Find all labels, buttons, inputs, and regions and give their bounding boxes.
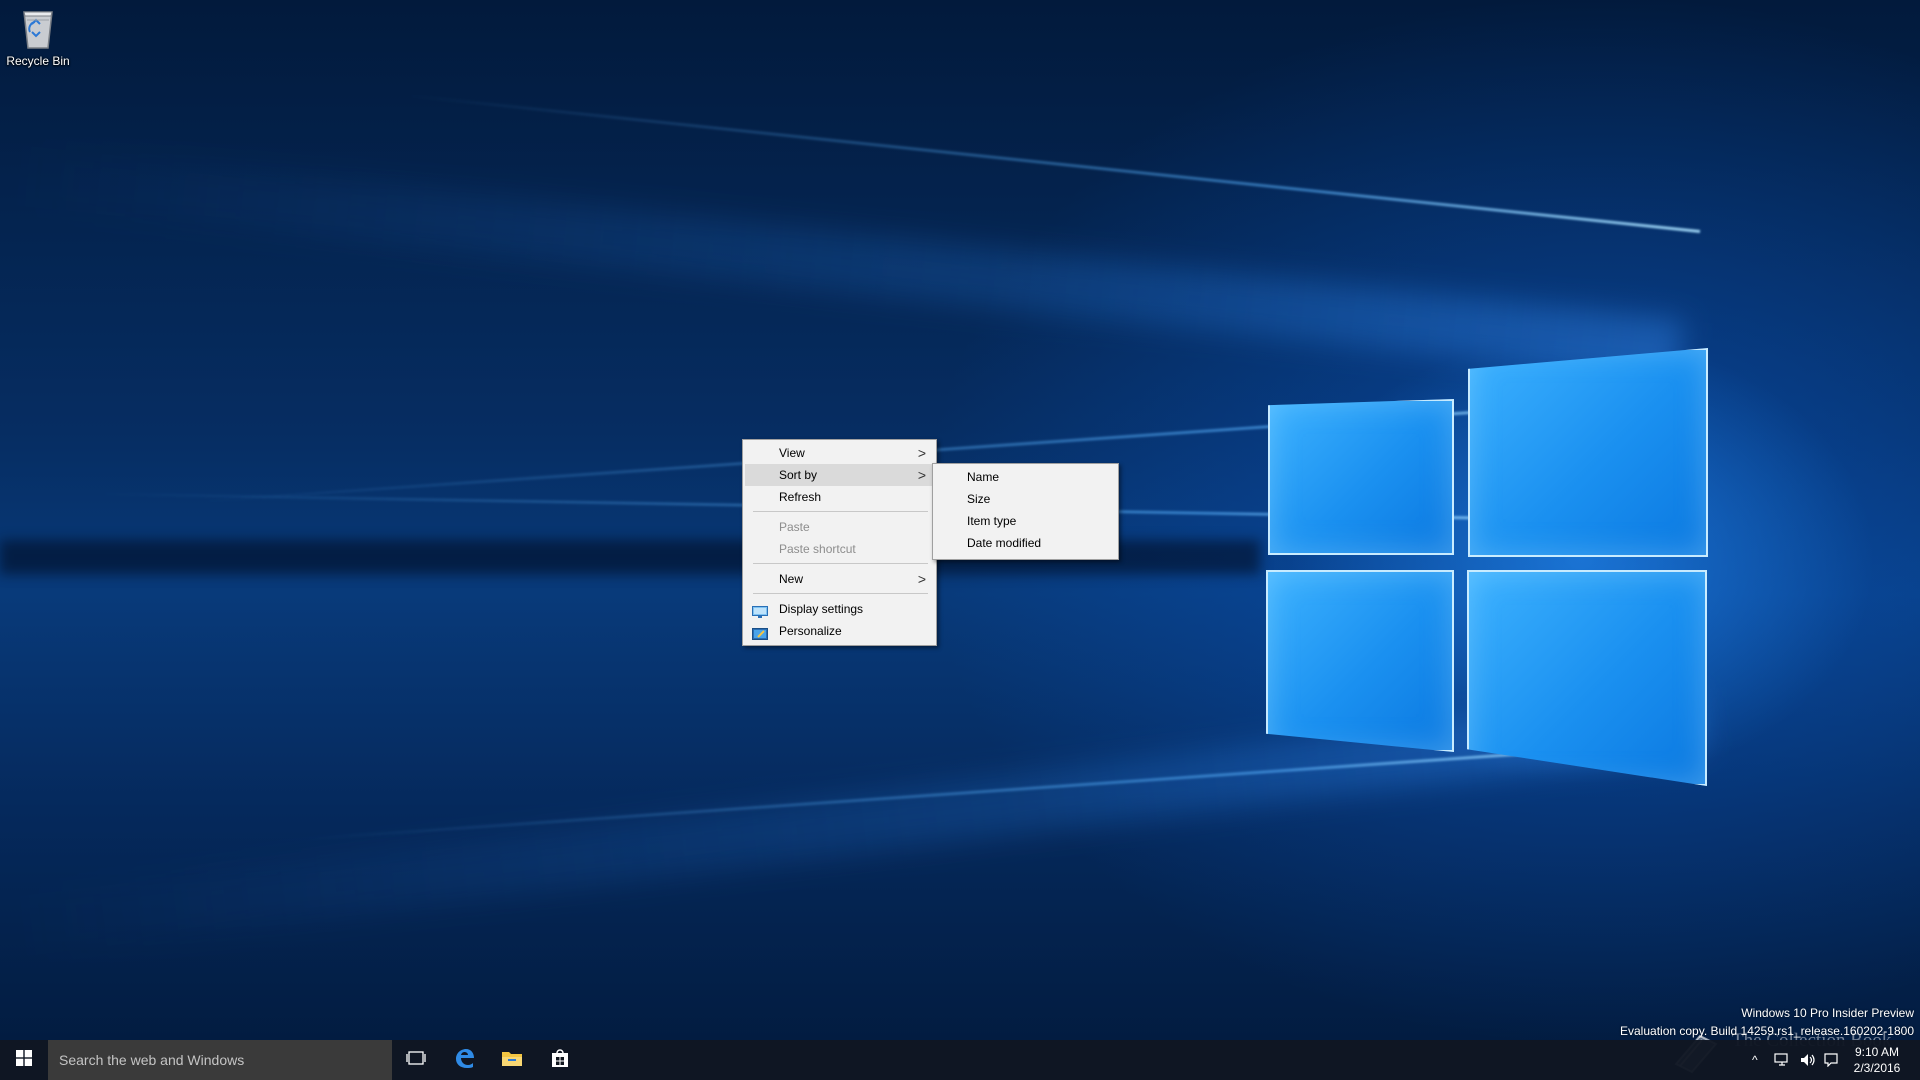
menu-item-label: Paste	[779, 520, 810, 534]
file-explorer-button[interactable]	[488, 1040, 536, 1080]
menu-item-label: Size	[967, 492, 991, 506]
watermark-edition: Windows 10 Pro Insider Preview	[1741, 1006, 1914, 1020]
task-view-icon	[406, 1050, 426, 1071]
task-view-button[interactable]	[392, 1040, 440, 1080]
edge-button[interactable]	[440, 1040, 488, 1080]
menu-item-paste-shortcut: Paste shortcut	[745, 538, 934, 560]
logo-pane-top-right	[1468, 348, 1708, 557]
store-icon	[550, 1048, 570, 1073]
windows-logo-icon	[16, 1049, 32, 1071]
taskbar-search-box[interactable]: Search the web and Windows	[48, 1040, 392, 1080]
menu-item-sort-by[interactable]: Sort by >	[745, 464, 934, 486]
menu-item-label: Name	[967, 470, 1000, 484]
edge-icon	[453, 1047, 475, 1074]
clock-time: 9:10 AM	[1854, 1045, 1900, 1059]
menu-item-label: Refresh	[779, 490, 822, 504]
logo-pane-top-left	[1268, 399, 1454, 555]
sort-by-submenu: Name Size Item type Date modified	[932, 463, 1119, 560]
menu-item-view[interactable]: View >	[745, 442, 934, 464]
submenu-arrow-icon: >	[917, 445, 926, 461]
search-placeholder: Search the web and Windows	[59, 1052, 245, 1068]
start-button[interactable]	[0, 1040, 48, 1080]
menu-item-label: Paste shortcut	[779, 542, 856, 556]
menu-item-label: New	[779, 572, 804, 586]
taskbar: Search the web and Windows ^ 9:10 AM 2/3…	[0, 1040, 1920, 1080]
submenu-item-size[interactable]: Size	[935, 488, 1116, 510]
desktop-icon-recycle-bin[interactable]: Recycle Bin	[4, 6, 72, 68]
personalize-icon	[752, 625, 768, 640]
desktop-wallpaper[interactable]: Recycle Bin View > Sort by > Refresh Pas…	[0, 0, 1920, 1080]
menu-item-label: Display settings	[779, 602, 864, 616]
show-hidden-icons-chevron-icon[interactable]: ^	[1752, 1053, 1758, 1067]
clock-date: 2/3/2016	[1853, 1061, 1901, 1075]
recycle-bin-icon	[18, 6, 58, 50]
desktop-context-menu: View > Sort by > Refresh Paste Paste sho…	[742, 439, 937, 646]
recycle-bin-label: Recycle Bin	[6, 54, 70, 68]
menu-item-label: Personalize	[779, 624, 842, 638]
menu-separator	[753, 593, 928, 594]
taskbar-clock[interactable]: 9:10 AM 2/3/2016	[1842, 1044, 1912, 1076]
network-icon[interactable]	[1774, 1053, 1790, 1070]
display-settings-icon	[752, 603, 768, 618]
menu-item-label: Sort by	[779, 468, 818, 482]
folder-icon	[501, 1049, 523, 1072]
menu-item-personalize[interactable]: Personalize	[745, 620, 934, 642]
menu-separator	[753, 563, 928, 564]
store-button[interactable]	[536, 1040, 584, 1080]
volume-icon[interactable]	[1800, 1053, 1816, 1070]
menu-item-paste: Paste	[745, 516, 934, 538]
submenu-arrow-icon: >	[917, 571, 926, 587]
menu-item-new[interactable]: New >	[745, 568, 934, 590]
menu-item-refresh[interactable]: Refresh	[745, 486, 934, 508]
menu-separator	[753, 511, 928, 512]
logo-pane-bottom-right	[1467, 570, 1707, 786]
menu-item-label: View	[779, 446, 805, 460]
light-beam	[6, 144, 1684, 380]
logo-pane-bottom-left	[1266, 570, 1454, 752]
submenu-arrow-icon: >	[917, 467, 926, 483]
menu-item-label: Item type	[967, 514, 1017, 528]
menu-item-label: Date modified	[967, 536, 1042, 550]
action-center-icon[interactable]	[1824, 1053, 1838, 1070]
submenu-item-date-modified[interactable]: Date modified	[935, 532, 1116, 554]
submenu-item-name[interactable]: Name	[935, 466, 1116, 488]
menu-item-display-settings[interactable]: Display settings	[745, 598, 934, 620]
submenu-item-item-type[interactable]: Item type	[935, 510, 1116, 532]
